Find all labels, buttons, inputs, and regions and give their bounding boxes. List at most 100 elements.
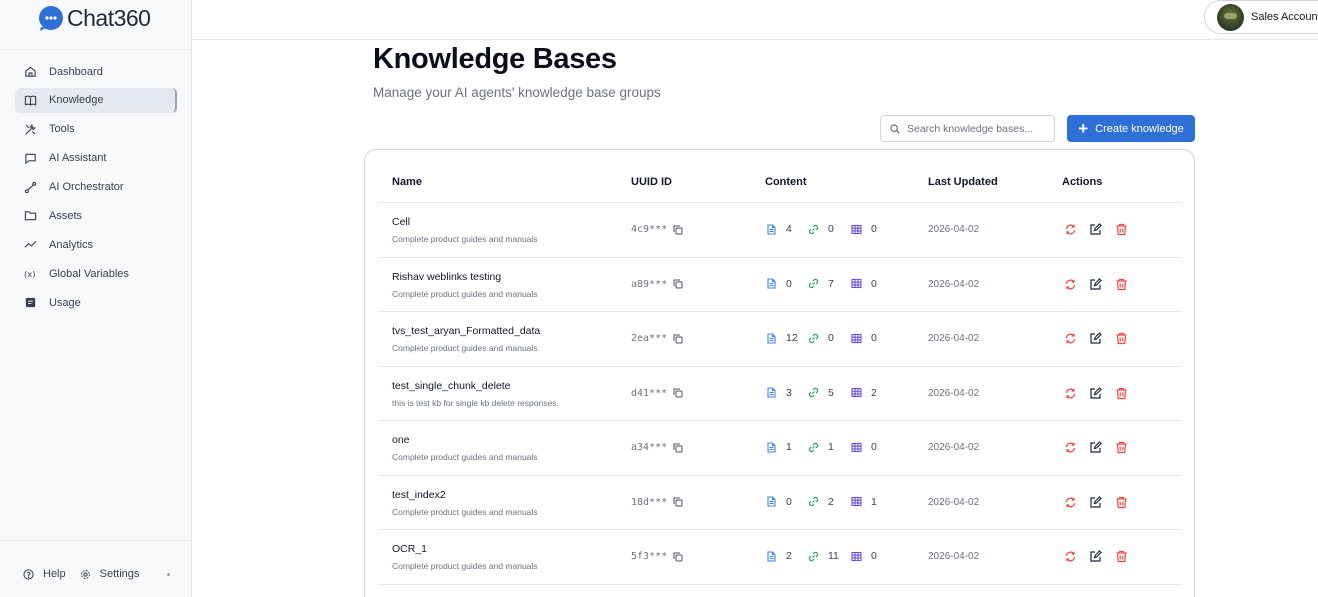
sidebar-item-dashboard[interactable]: Dashboard	[15, 59, 177, 84]
book-icon	[24, 94, 37, 107]
links-count: 1	[808, 441, 834, 453]
copy-icon[interactable]	[673, 225, 683, 235]
delete-button[interactable]	[1115, 550, 1128, 563]
table-row[interactable]: Cell Complete product guides and manuals…	[378, 203, 1182, 258]
refresh-button[interactable]	[1064, 223, 1077, 236]
table-row[interactable]: one Complete product guides and manuals …	[378, 421, 1182, 476]
trash-icon	[1116, 332, 1127, 345]
sidebar-item-knowledge[interactable]: Knowledge	[15, 87, 177, 113]
docs-count: 1	[766, 441, 792, 453]
table-row[interactable]: tvs_test_aryan_Formatted_data Complete p…	[378, 312, 1182, 367]
column-header-actions: Actions	[1062, 176, 1103, 188]
link-icon	[808, 551, 819, 561]
kb-uuid: 4c9***	[631, 224, 683, 235]
sidebar-item-analytics[interactable]: Analytics	[15, 232, 177, 257]
delete-button[interactable]	[1115, 223, 1128, 236]
kb-last-updated: 2026-04-02	[928, 333, 980, 344]
edit-icon	[1090, 441, 1102, 453]
table-row[interactable]: OCR_1 Complete product guides and manual…	[378, 530, 1182, 585]
settings-link[interactable]: Settings	[80, 568, 140, 580]
tables-count-value: 2	[871, 386, 877, 399]
kb-name: tvs_test_aryan_Formatted_data	[392, 325, 541, 337]
search-box[interactable]	[880, 115, 1055, 142]
copy-icon[interactable]	[673, 443, 683, 453]
refresh-icon	[1065, 442, 1076, 453]
sidebar-item-tools[interactable]: Tools	[15, 117, 177, 142]
refresh-button[interactable]	[1064, 332, 1077, 345]
refresh-button[interactable]	[1064, 441, 1077, 454]
collapse-dot-icon[interactable]	[167, 572, 171, 576]
copy-icon[interactable]	[673, 497, 683, 507]
copy-icon[interactable]	[673, 552, 683, 562]
edit-button[interactable]	[1089, 277, 1102, 291]
kb-last-updated: 2026-04-02	[928, 496, 980, 508]
help-label: Help	[43, 568, 66, 580]
page-title: Knowledge Bases	[373, 43, 617, 75]
table-row[interactable]: test_index2 Complete product guides and …	[378, 476, 1182, 530]
trash-icon	[1116, 278, 1127, 290]
copy-icon[interactable]	[673, 334, 683, 344]
edit-button[interactable]	[1089, 495, 1102, 509]
sidebar-footer-divider	[0, 540, 191, 541]
sidebar-item-global-variables[interactable]: (x) Global Variables	[15, 261, 177, 286]
plus-icon: +	[1078, 119, 1089, 138]
sidebar-item-assets[interactable]: Assets	[15, 203, 177, 228]
table-row[interactable]: Rishav weblinks testing Complete product…	[378, 258, 1182, 312]
refresh-icon	[1065, 333, 1076, 344]
refresh-button[interactable]	[1064, 496, 1077, 509]
delete-button[interactable]	[1115, 387, 1128, 400]
edit-button[interactable]	[1089, 441, 1102, 454]
edit-button[interactable]	[1089, 332, 1102, 345]
create-knowledge-button[interactable]: + Create knowledge	[1067, 115, 1195, 142]
sidebar-item-ai-orchestrator[interactable]: AI Orchestrator	[15, 175, 177, 200]
help-link[interactable]: Help	[23, 568, 66, 580]
tables-count-value: 0	[871, 332, 877, 344]
docs-count: 3	[766, 387, 792, 399]
links-count: 5	[808, 387, 834, 399]
sidebar-item-label: AI Orchestrator	[49, 181, 124, 194]
kb-uuid-value: a89***	[631, 278, 668, 290]
logo[interactable]: Chat360	[38, 4, 151, 32]
sidebar-item-label: Analytics	[49, 238, 94, 251]
logo-chat-icon	[38, 5, 66, 31]
kb-description: Complete product guides and manuals	[392, 234, 538, 244]
column-header-uuid: UUID ID	[631, 176, 672, 188]
sidebar-item-usage[interactable]: Usage	[15, 290, 177, 315]
delete-button[interactable]	[1115, 496, 1128, 509]
copy-icon[interactable]	[673, 388, 683, 398]
table-icon	[851, 387, 862, 398]
refresh-button[interactable]	[1064, 387, 1077, 400]
docs-count-value: 0	[786, 277, 792, 290]
tables-count-value: 0	[871, 550, 877, 562]
refresh-icon	[1065, 497, 1076, 507]
docs-count-value: 12	[786, 332, 798, 344]
delete-button[interactable]	[1115, 332, 1128, 345]
edit-button[interactable]	[1089, 550, 1102, 563]
docs-count-value: 2	[786, 550, 792, 562]
svg-text:(x): (x)	[24, 269, 35, 279]
account-menu[interactable]: Sales Account	[1204, 0, 1318, 34]
refresh-button[interactable]	[1064, 550, 1077, 563]
copy-icon[interactable]	[673, 279, 683, 289]
sidebar-item-ai-assistant[interactable]: AI Assistant	[15, 146, 177, 171]
links-count: 0	[808, 332, 834, 344]
search-input[interactable]	[907, 122, 1047, 135]
kb-uuid-value: 18d***	[631, 496, 668, 508]
chat-icon	[24, 152, 37, 165]
delete-button[interactable]	[1115, 278, 1128, 291]
refresh-button[interactable]	[1064, 278, 1077, 291]
docs-count-value: 3	[786, 386, 792, 399]
tools-icon	[24, 123, 37, 136]
sidebar-divider	[0, 49, 191, 50]
kb-description: Complete product guides and manuals	[392, 506, 538, 517]
tables-count-value: 0	[871, 441, 877, 453]
edit-button[interactable]	[1089, 386, 1102, 400]
edit-button[interactable]	[1089, 223, 1102, 236]
top-bar	[192, 0, 1318, 40]
home-icon	[24, 65, 37, 78]
table-row[interactable]: test_single_chunk_delete this is test kb…	[378, 367, 1182, 421]
docs-count: 2	[766, 550, 792, 562]
delete-button[interactable]	[1115, 441, 1128, 454]
settings-label: Settings	[99, 568, 140, 580]
refresh-icon	[1065, 224, 1076, 235]
